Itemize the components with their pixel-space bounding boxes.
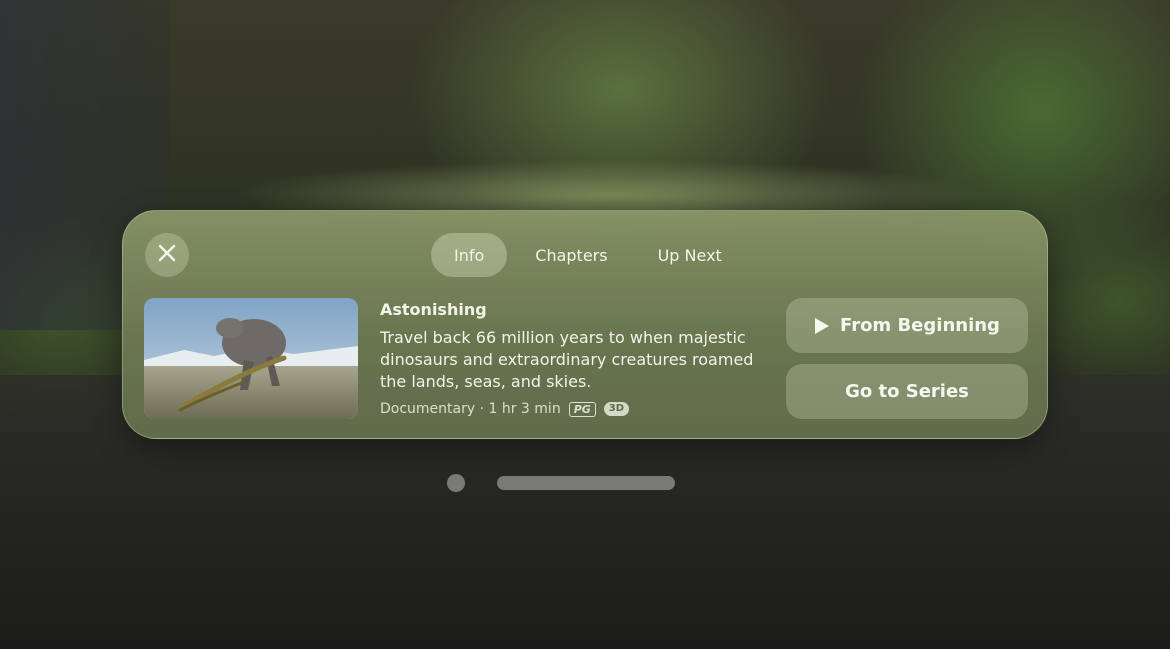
go-to-series-label: Go to Series [845,381,969,402]
window-dismiss-dot[interactable] [447,474,465,492]
genre-duration: Documentary · 1 hr 3 min [380,401,561,417]
playback-info-panel: Info Chapters Up Next Astonishing Travel… [122,210,1048,439]
tab-info[interactable]: Info [431,233,508,277]
from-beginning-button[interactable]: From Beginning [786,298,1028,353]
panel-tabs: Info Chapters Up Next [431,233,750,277]
rating-badge: PG [568,401,596,417]
tab-up-next[interactable]: Up Next [636,233,744,277]
window-grab-bar[interactable] [497,476,675,490]
episode-thumbnail[interactable] [144,298,358,419]
episode-description: Travel back 66 million years to when maj… [380,328,754,391]
immersive-background: Info Chapters Up Next Astonishing Travel… [0,0,1170,649]
format-badge: 3D [603,402,630,416]
go-to-series-button[interactable]: Go to Series [786,364,1028,419]
from-beginning-label: From Beginning [840,315,1000,336]
episode-title: Astonishing [380,300,487,319]
play-icon [814,317,830,335]
tab-chapters[interactable]: Chapters [513,233,629,277]
episode-meta: Documentary · 1 hr 3 min PG 3D [380,401,770,417]
episode-info: Astonishing Travel back 66 million years… [380,299,770,417]
close-button[interactable] [145,233,189,277]
close-icon [158,244,176,266]
